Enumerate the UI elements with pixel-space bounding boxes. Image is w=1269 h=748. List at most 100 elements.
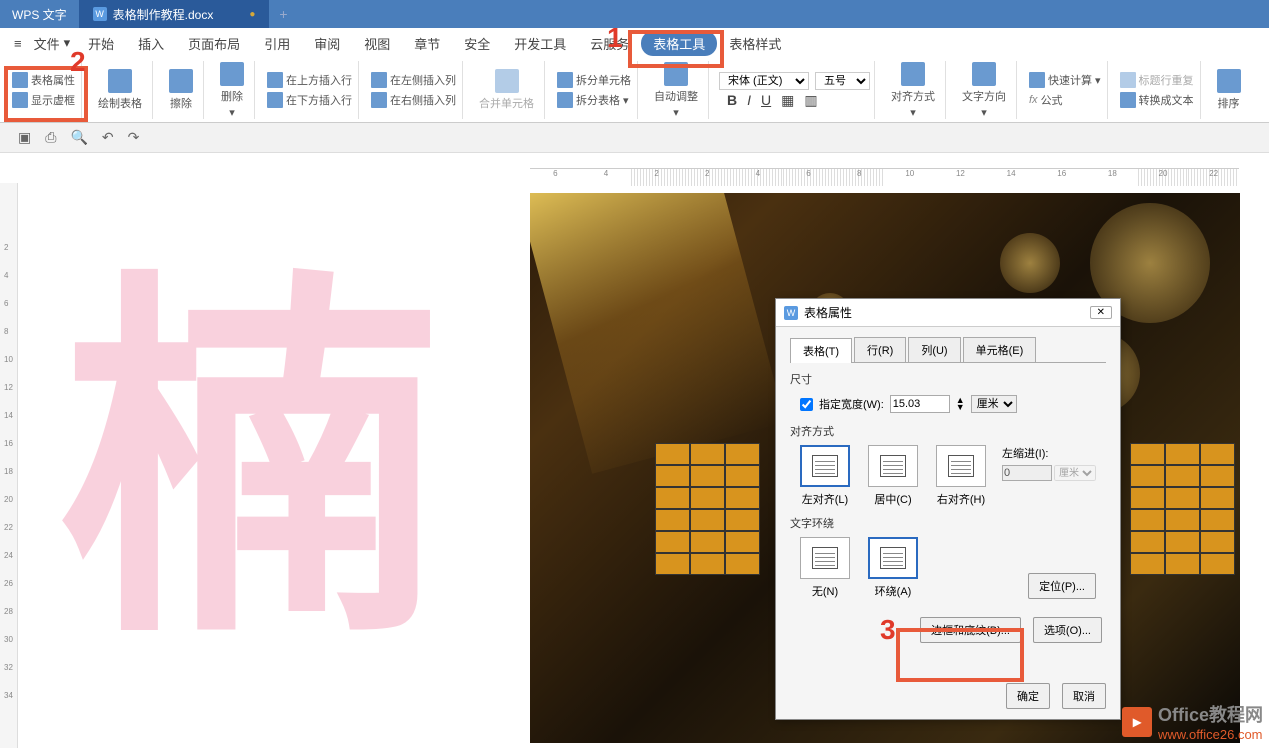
merge-cells-button[interactable]: 合并单元格 bbox=[473, 65, 540, 115]
align-left-option[interactable]: 左对齐(L) bbox=[800, 445, 850, 507]
font-size-select[interactable]: 五号 bbox=[815, 72, 870, 90]
file-menu[interactable]: 文件 ▾ bbox=[28, 34, 77, 53]
spinner-icon[interactable]: ▲▼ bbox=[956, 397, 965, 411]
width-input[interactable] bbox=[890, 395, 950, 413]
title-repeat-button[interactable]: 标题行重复 bbox=[1118, 71, 1196, 89]
tab-review[interactable]: 审阅 bbox=[302, 34, 352, 53]
tab-table-style[interactable]: 表格样式 bbox=[717, 34, 793, 53]
tab-cell[interactable]: 单元格(E) bbox=[963, 337, 1037, 362]
save-icon[interactable]: ▣ bbox=[18, 129, 31, 146]
undo-icon[interactable]: ↶ bbox=[102, 129, 114, 146]
italic-button[interactable]: I bbox=[747, 92, 751, 109]
document-tab[interactable]: W 表格制作教程.docx ● bbox=[79, 0, 270, 28]
ribbon-group-autofit: 自动调整▾ bbox=[644, 61, 709, 119]
indent-group: 左缩进(I): 厘米 bbox=[1002, 445, 1096, 481]
indent-unit-select[interactable]: 厘米 bbox=[1054, 465, 1096, 481]
insert-left-button[interactable]: 在左侧插入列 bbox=[369, 71, 458, 89]
bold-button[interactable]: B bbox=[727, 92, 737, 109]
annotation-box-1 bbox=[628, 30, 724, 68]
wrap-fieldset: 文字环绕 无(N) 环绕(A) 定位(P)... bbox=[790, 515, 1106, 599]
quick-calc-button[interactable]: 快速计算▾ bbox=[1027, 71, 1103, 89]
annotation-1: 1 bbox=[607, 22, 623, 54]
app-name: WPS 文字 bbox=[0, 6, 79, 23]
doc-icon: W bbox=[93, 7, 107, 21]
tab-view[interactable]: 视图 bbox=[352, 34, 402, 53]
dialog-close-button[interactable]: ✕ bbox=[1090, 306, 1112, 319]
fx-icon: fx bbox=[1029, 94, 1038, 106]
delete-icon bbox=[220, 62, 244, 86]
vertical-ruler: 24 68 1012 1416 1820 2224 2628 3032 34 bbox=[0, 183, 18, 748]
row-below-icon bbox=[267, 92, 283, 108]
ribbon-group-align: 对齐方式▾ bbox=[881, 61, 946, 119]
position-button[interactable]: 定位(P)... bbox=[1028, 573, 1096, 599]
draw-table-button[interactable]: 绘制表格 bbox=[92, 65, 148, 115]
tab-references[interactable]: 引用 bbox=[252, 34, 302, 53]
tab-layout[interactable]: 页面布局 bbox=[176, 34, 252, 53]
to-text-button[interactable]: 转换成文本 bbox=[1118, 91, 1196, 109]
split-table-button[interactable]: 拆分表格▾ bbox=[555, 91, 633, 109]
insert-right-button[interactable]: 在右侧插入列 bbox=[369, 91, 458, 109]
options-button[interactable]: 选项(O)... bbox=[1033, 617, 1102, 643]
wrap-none-option[interactable]: 无(N) bbox=[800, 537, 850, 599]
preview-icon[interactable]: 🔍 bbox=[70, 129, 87, 146]
align-icon bbox=[901, 62, 925, 86]
align-button[interactable]: 对齐方式▾ bbox=[885, 58, 941, 123]
text-direction-button[interactable]: 文字方向▾ bbox=[956, 58, 1012, 123]
underline-button[interactable]: U bbox=[761, 92, 771, 109]
highlight-button[interactable]: ▦ bbox=[781, 92, 794, 109]
tab-security[interactable]: 安全 bbox=[452, 34, 502, 53]
annotation-box-3 bbox=[896, 628, 1024, 682]
ribbon-group-erase: 擦除 bbox=[159, 61, 204, 119]
repeat-icon bbox=[1120, 72, 1136, 88]
eraser-button[interactable]: 擦除 bbox=[163, 65, 199, 115]
tab-col[interactable]: 列(U) bbox=[908, 337, 960, 362]
width-checkbox[interactable] bbox=[800, 398, 813, 411]
align-right-option[interactable]: 右对齐(H) bbox=[936, 445, 986, 507]
office-logo-icon: ▸ bbox=[1122, 707, 1152, 737]
shading-button[interactable]: ▥ bbox=[804, 92, 817, 109]
redo-icon[interactable]: ↷ bbox=[128, 129, 140, 146]
ribbon-group-delete: 删除▾ bbox=[210, 61, 255, 119]
new-tab-button[interactable]: + bbox=[269, 6, 297, 22]
ok-button[interactable]: 确定 bbox=[1006, 683, 1050, 709]
tab-insert[interactable]: 插入 bbox=[126, 34, 176, 53]
print-icon[interactable]: ⎙ bbox=[45, 129, 56, 146]
ribbon-group-sort: 排序 bbox=[1207, 61, 1251, 119]
delete-button[interactable]: 删除▾ bbox=[214, 58, 250, 123]
split-cell-icon bbox=[557, 72, 573, 88]
hamburger-icon[interactable]: ≡ bbox=[8, 36, 28, 51]
tab-table[interactable]: 表格(T) bbox=[790, 338, 852, 363]
sort-button[interactable]: 排序 bbox=[1211, 65, 1247, 115]
title-bar: WPS 文字 W 表格制作教程.docx ● + bbox=[0, 0, 1269, 28]
tab-row[interactable]: 行(R) bbox=[854, 337, 906, 362]
dialog-titlebar[interactable]: W 表格属性 ✕ bbox=[776, 299, 1120, 327]
ribbon-group-textdir: 文字方向▾ bbox=[952, 61, 1017, 119]
align-center-option[interactable]: 居中(C) bbox=[868, 445, 918, 507]
width-label: 指定宽度(W): bbox=[819, 396, 884, 412]
annotation-3: 3 bbox=[880, 614, 896, 646]
tab-devtools[interactable]: 开发工具 bbox=[502, 34, 578, 53]
wrap-around-option[interactable]: 环绕(A) bbox=[868, 537, 918, 599]
col-left-icon bbox=[371, 72, 387, 88]
font-name-select[interactable]: 宋体 (正文) bbox=[719, 72, 809, 90]
tab-chapter[interactable]: 章节 bbox=[402, 34, 452, 53]
size-fieldset: 尺寸 指定宽度(W): ▲▼ 厘米 bbox=[790, 371, 1106, 415]
ribbon-group-data: 标题行重复 转换成文本 bbox=[1114, 61, 1201, 119]
doc-table-right[interactable] bbox=[1130, 443, 1235, 575]
dialog-title: 表格属性 bbox=[804, 304, 852, 321]
row-above-icon bbox=[267, 72, 283, 88]
indent-input[interactable] bbox=[1002, 465, 1052, 481]
insert-below-button[interactable]: 在下方插入行 bbox=[265, 91, 354, 109]
formula-button[interactable]: fx公式 bbox=[1027, 91, 1103, 109]
doc-table-left[interactable] bbox=[655, 443, 760, 575]
insert-above-button[interactable]: 在上方插入行 bbox=[265, 71, 354, 89]
tab-modified-icon: ● bbox=[249, 9, 255, 20]
page-watermark: 楠 bbox=[60, 273, 480, 693]
office-watermark: ▸ Office教程网 www.office26.com bbox=[1122, 701, 1263, 742]
dialog-body: 表格(T) 行(R) 列(U) 单元格(E) 尺寸 指定宽度(W): ▲▼ 厘米… bbox=[776, 327, 1120, 653]
textdir-icon bbox=[972, 62, 996, 86]
width-unit-select[interactable]: 厘米 bbox=[971, 395, 1017, 413]
ribbon-group-calc: 快速计算▾ fx公式 bbox=[1023, 61, 1108, 119]
cancel-button[interactable]: 取消 bbox=[1062, 683, 1106, 709]
split-cells-button[interactable]: 拆分单元格 bbox=[555, 71, 633, 89]
